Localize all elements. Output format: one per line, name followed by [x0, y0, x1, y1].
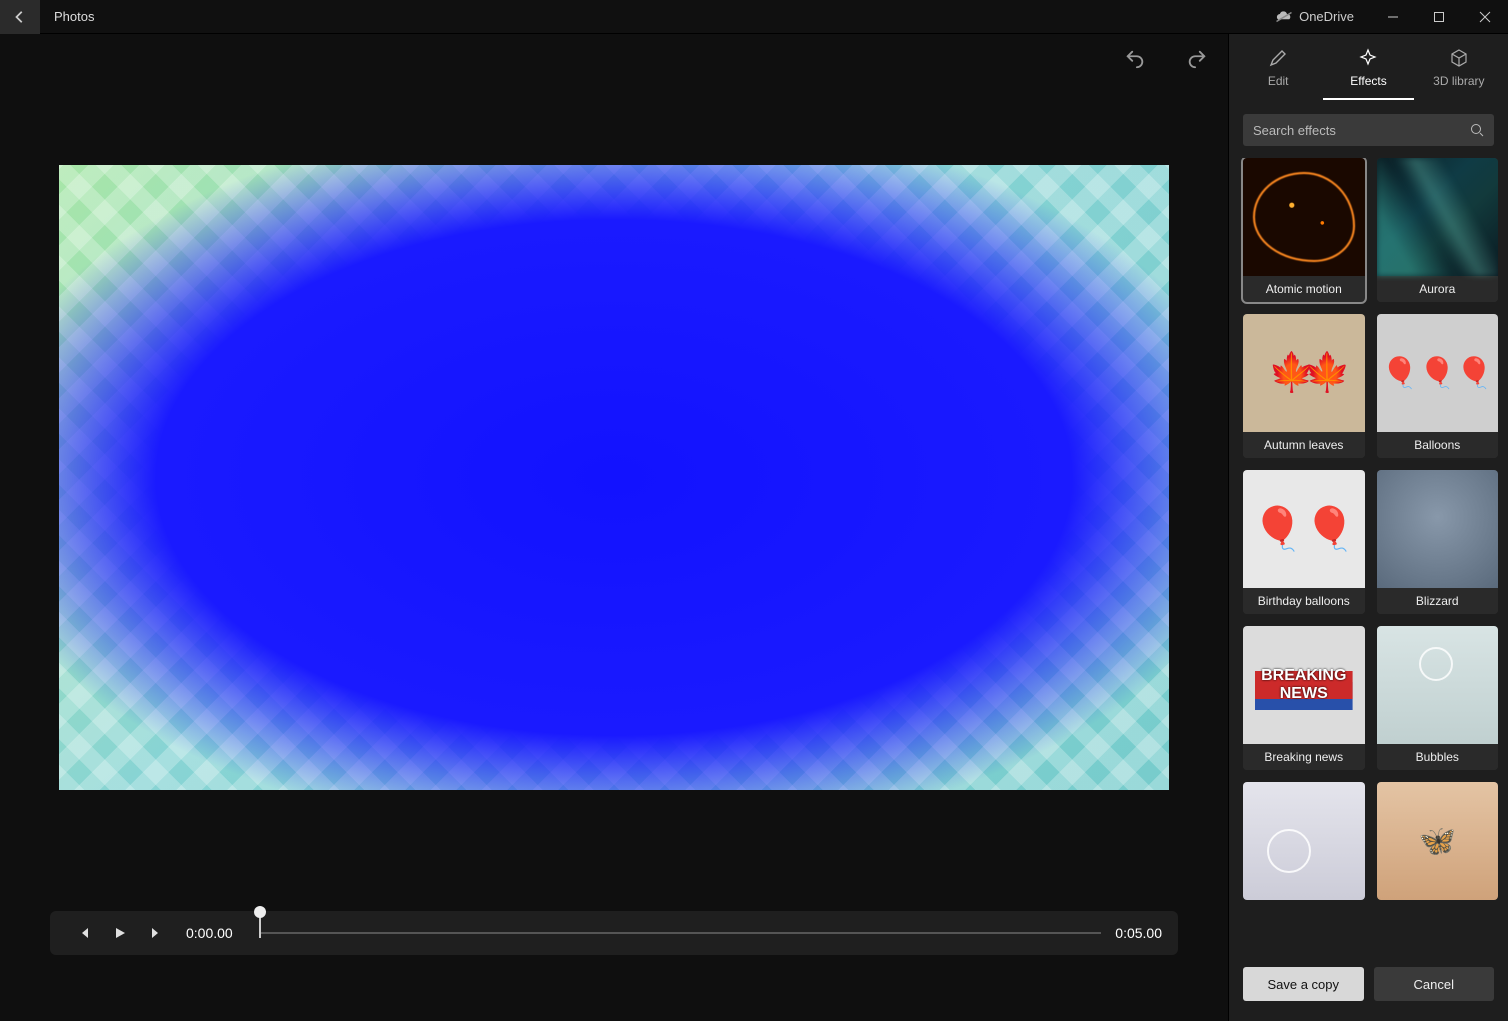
back-button[interactable]: [0, 0, 40, 34]
effect-label: Bubbles: [1377, 744, 1499, 770]
effect-thumbnail: [1243, 626, 1365, 744]
video-preview[interactable]: [59, 165, 1169, 790]
pencil-icon: [1268, 48, 1288, 68]
effect-breaking-news[interactable]: Breaking news: [1243, 626, 1365, 770]
effect-blizzard[interactable]: Blizzard: [1377, 470, 1499, 614]
preview-effect-overlay: [59, 165, 1169, 790]
arrow-left-icon: [13, 10, 27, 24]
tab-effects[interactable]: Effects: [1323, 42, 1413, 100]
total-time: 0:05.00: [1115, 925, 1162, 941]
effect-label: Breaking news: [1243, 744, 1365, 770]
play-icon: [113, 926, 127, 940]
effect-bubbles[interactable]: Bubbles: [1377, 626, 1499, 770]
effect-aurora[interactable]: Aurora: [1377, 158, 1499, 302]
effect-label: Birthday balloons: [1243, 588, 1365, 614]
effect-label: Autumn leaves: [1243, 432, 1365, 458]
sidebar-footer: Save a copy Cancel: [1229, 955, 1508, 1021]
effect-label: Aurora: [1377, 276, 1499, 302]
search-placeholder: Search effects: [1253, 123, 1470, 138]
sparkle-icon: [1358, 48, 1378, 68]
undo-button[interactable]: [1124, 48, 1146, 70]
onedrive-status[interactable]: OneDrive: [1275, 9, 1354, 24]
effect-thumbnail: [1377, 470, 1499, 588]
effects-sidebar: Edit Effects 3D library Search effects A…: [1228, 34, 1508, 1021]
save-button[interactable]: Save a copy: [1243, 967, 1364, 1001]
tab-3d-library[interactable]: 3D library: [1414, 42, 1504, 100]
redo-button[interactable]: [1186, 48, 1208, 70]
effect-thumbnail: [1243, 158, 1365, 276]
minimize-icon: [1387, 11, 1399, 23]
step-back-icon: [77, 926, 91, 940]
maximize-button[interactable]: [1416, 0, 1462, 34]
close-button[interactable]: [1462, 0, 1508, 34]
search-icon: [1470, 123, 1484, 137]
effect-partial-1[interactable]: [1243, 782, 1365, 900]
effect-thumbnail: [1243, 782, 1365, 900]
cloud-icon: [1275, 11, 1293, 23]
effect-thumbnail: [1377, 626, 1499, 744]
effect-label: Balloons: [1377, 432, 1499, 458]
effect-atomic-motion[interactable]: Atomic motion: [1243, 158, 1365, 302]
tab-effects-label: Effects: [1350, 74, 1386, 88]
timeline-track[interactable]: [259, 932, 1102, 934]
search-input[interactable]: Search effects: [1243, 114, 1494, 146]
playback-bar: 0:00.00 0:05.00: [50, 911, 1178, 955]
prev-frame-button[interactable]: [66, 926, 102, 940]
effect-partial-2[interactable]: [1377, 782, 1499, 900]
close-icon: [1479, 11, 1491, 23]
cancel-button[interactable]: Cancel: [1374, 967, 1495, 1001]
play-button[interactable]: [102, 926, 138, 940]
timeline-playhead[interactable]: [259, 914, 261, 938]
minimize-button[interactable]: [1370, 0, 1416, 34]
effect-thumbnail: [1243, 470, 1365, 588]
tab-3d-label: 3D library: [1433, 74, 1484, 88]
effect-label: Blizzard: [1377, 588, 1499, 614]
onedrive-label: OneDrive: [1299, 9, 1354, 24]
effect-thumbnail: [1243, 314, 1365, 432]
effect-balloons[interactable]: Balloons: [1377, 314, 1499, 458]
effect-thumbnail: [1377, 782, 1499, 900]
effect-autumn-leaves[interactable]: Autumn leaves: [1243, 314, 1365, 458]
app-title: Photos: [54, 9, 94, 24]
effects-grid[interactable]: Atomic motion Aurora Autumn leaves Ballo…: [1229, 158, 1508, 955]
cube-icon: [1449, 48, 1469, 68]
redo-icon: [1186, 48, 1208, 70]
main-canvas-area: 0:00.00 0:05.00: [0, 34, 1228, 1021]
tab-edit-label: Edit: [1268, 74, 1289, 88]
maximize-icon: [1433, 11, 1445, 23]
step-forward-icon: [149, 926, 163, 940]
titlebar: Photos OneDrive: [0, 0, 1508, 34]
undo-icon: [1124, 48, 1146, 70]
current-time: 0:00.00: [186, 925, 233, 941]
effect-thumbnail: [1377, 314, 1499, 432]
effect-label: Atomic motion: [1243, 276, 1365, 302]
tab-edit[interactable]: Edit: [1233, 42, 1323, 100]
sidebar-tabs: Edit Effects 3D library: [1229, 34, 1508, 100]
effect-birthday-balloons[interactable]: Birthday balloons: [1243, 470, 1365, 614]
effect-thumbnail: [1377, 158, 1499, 276]
next-frame-button[interactable]: [138, 926, 174, 940]
